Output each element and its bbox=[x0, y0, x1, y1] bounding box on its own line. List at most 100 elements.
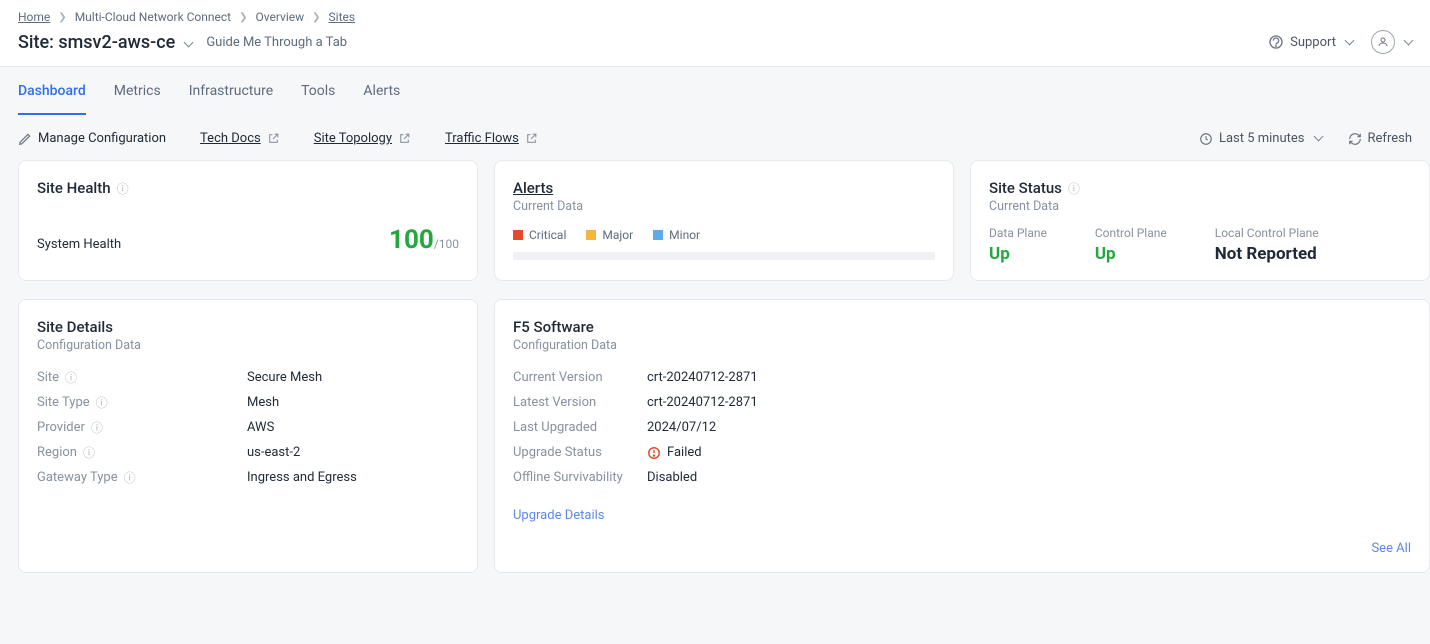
sw-value-last-upgraded: 2024/07/12 bbox=[647, 420, 716, 435]
sw-label-upgrade-status: Upgrade Status bbox=[513, 445, 647, 460]
local-control-plane-status: Local Control Plane Not Reported bbox=[1215, 226, 1319, 264]
breadcrumb-home[interactable]: Home bbox=[18, 10, 50, 24]
detail-row-provider: Providerⓘ AWS bbox=[37, 415, 459, 440]
info-icon[interactable]: ⓘ bbox=[1068, 180, 1080, 197]
detail-label-site: Siteⓘ bbox=[37, 369, 247, 386]
site-details-subtitle: Configuration Data bbox=[37, 338, 459, 353]
time-range-selector[interactable]: Last 5 minutes bbox=[1199, 131, 1322, 146]
site-details-title-text: Site Details bbox=[37, 318, 113, 336]
site-status-title-text: Site Status bbox=[989, 179, 1062, 197]
cards-row-1: Site Health ⓘ System Health 100/100 Aler… bbox=[0, 160, 1430, 299]
legend-critical: Critical bbox=[513, 228, 566, 242]
tab-alerts[interactable]: Alerts bbox=[363, 67, 400, 115]
guide-me-link[interactable]: Guide Me Through a Tab bbox=[206, 35, 347, 50]
sw-row-latest-version: Latest Version crt-20240712-2871 bbox=[513, 390, 1411, 415]
tab-metrics[interactable]: Metrics bbox=[114, 67, 161, 115]
sw-upgrade-status-text: Failed bbox=[667, 445, 702, 460]
info-icon[interactable]: ⓘ bbox=[124, 469, 136, 486]
sw-label-latest-version: Latest Version bbox=[513, 395, 647, 410]
system-health-label: System Health bbox=[37, 237, 121, 252]
sw-value-offline-survivability: Disabled bbox=[647, 470, 697, 485]
clock-icon bbox=[1199, 132, 1213, 146]
data-plane-value: Up bbox=[989, 244, 1047, 264]
tab-infrastructure[interactable]: Infrastructure bbox=[189, 67, 273, 115]
site-status-card: Site Status ⓘ Current Data Data Plane Up… bbox=[970, 160, 1430, 281]
site-topology-label: Site Topology bbox=[314, 131, 392, 146]
page-title[interactable]: Site: smsv2-aws-ce bbox=[18, 32, 192, 53]
site-status-subtitle: Current Data bbox=[989, 199, 1411, 214]
legend-major-label: Major bbox=[602, 228, 633, 242]
info-icon[interactable]: ⓘ bbox=[96, 394, 108, 411]
chevron-right-icon: ❯ bbox=[58, 12, 66, 23]
info-icon[interactable]: ⓘ bbox=[117, 180, 129, 197]
sw-label-last-upgraded: Last Upgraded bbox=[513, 420, 647, 435]
breadcrumb-sites[interactable]: Sites bbox=[329, 10, 356, 24]
critical-color-icon bbox=[513, 230, 523, 240]
chevron-down-icon bbox=[1401, 35, 1412, 50]
detail-row-region: Regionⓘ us-east-2 bbox=[37, 440, 459, 465]
data-plane-status: Data Plane Up bbox=[989, 226, 1047, 264]
breadcrumb-overview[interactable]: Overview bbox=[256, 10, 305, 24]
tabs: Dashboard Metrics Infrastructure Tools A… bbox=[0, 67, 1430, 115]
detail-value-site: Secure Mesh bbox=[247, 370, 322, 385]
system-health-row: System Health 100/100 bbox=[37, 225, 459, 255]
support-label: Support bbox=[1290, 35, 1336, 50]
chevron-down-icon bbox=[1311, 131, 1322, 146]
chevron-right-icon: ❯ bbox=[239, 12, 247, 23]
fail-icon bbox=[647, 445, 661, 460]
sw-row-upgrade-status: Upgrade Status Failed bbox=[513, 440, 1411, 465]
sw-label-current-version: Current Version bbox=[513, 370, 647, 385]
detail-value-site-type: Mesh bbox=[247, 395, 279, 410]
refresh-button[interactable]: Refresh bbox=[1348, 131, 1412, 146]
alerts-legend: Critical Major Minor bbox=[513, 228, 935, 242]
breadcrumb-mcn[interactable]: Multi-Cloud Network Connect bbox=[75, 10, 231, 24]
site-details-title: Site Details bbox=[37, 318, 459, 336]
legend-critical-label: Critical bbox=[529, 228, 566, 242]
manage-configuration-button[interactable]: Manage Configuration bbox=[18, 131, 166, 146]
tab-tools[interactable]: Tools bbox=[301, 67, 335, 115]
tech-docs-label: Tech Docs bbox=[200, 131, 261, 146]
upgrade-details-link[interactable]: Upgrade Details bbox=[513, 508, 604, 523]
info-icon[interactable]: ⓘ bbox=[83, 444, 95, 461]
local-control-plane-label: Local Control Plane bbox=[1215, 226, 1319, 240]
site-status-grid: Data Plane Up Control Plane Up Local Con… bbox=[989, 226, 1411, 264]
site-details-rows: Siteⓘ Secure Mesh Site Typeⓘ Mesh Provid… bbox=[37, 365, 459, 490]
site-health-title: Site Health ⓘ bbox=[37, 179, 459, 197]
f5-software-title-text: F5 Software bbox=[513, 318, 594, 336]
support-icon bbox=[1268, 34, 1284, 50]
site-health-title-text: Site Health bbox=[37, 179, 111, 197]
user-menu[interactable] bbox=[1371, 30, 1412, 54]
sw-row-last-upgraded: Last Upgraded 2024/07/12 bbox=[513, 415, 1411, 440]
support-button[interactable]: Support bbox=[1268, 34, 1353, 50]
avatar-icon bbox=[1371, 30, 1395, 54]
sw-row-current-version: Current Version crt-20240712-2871 bbox=[513, 365, 1411, 390]
chevron-down-icon bbox=[1342, 35, 1353, 50]
chevron-down-icon[interactable] bbox=[181, 32, 192, 53]
traffic-flows-label: Traffic Flows bbox=[445, 131, 519, 146]
f5-software-card: F5 Software Configuration Data Current V… bbox=[494, 299, 1430, 573]
site-status-title: Site Status ⓘ bbox=[989, 179, 1411, 197]
control-plane-status: Control Plane Up bbox=[1095, 226, 1167, 264]
title-row: Site: smsv2-aws-ce Guide Me Through a Ta… bbox=[0, 24, 1430, 66]
header-right: Support bbox=[1268, 30, 1412, 54]
detail-label-gateway-type: Gateway Typeⓘ bbox=[37, 469, 247, 486]
f5-software-title: F5 Software bbox=[513, 318, 1411, 336]
site-details-card: Site Details Configuration Data Siteⓘ Se… bbox=[18, 299, 478, 573]
detail-row-site-type: Site Typeⓘ Mesh bbox=[37, 390, 459, 415]
see-all-link[interactable]: See All bbox=[513, 541, 1411, 556]
toolbar-right: Last 5 minutes Refresh bbox=[1199, 131, 1412, 146]
info-icon[interactable]: ⓘ bbox=[65, 369, 77, 386]
site-topology-link[interactable]: Site Topology bbox=[314, 131, 411, 146]
f5-software-subtitle: Configuration Data bbox=[513, 338, 1411, 353]
info-icon[interactable]: ⓘ bbox=[91, 419, 103, 436]
dashboard-toolbar: Manage Configuration Tech Docs Site Topo… bbox=[0, 115, 1430, 160]
tech-docs-link[interactable]: Tech Docs bbox=[200, 131, 280, 146]
cards-row-2: Site Details Configuration Data Siteⓘ Se… bbox=[0, 299, 1430, 591]
sw-row-offline-survivability: Offline Survivability Disabled bbox=[513, 465, 1411, 490]
tab-dashboard[interactable]: Dashboard bbox=[18, 67, 86, 115]
external-link-icon bbox=[267, 132, 280, 145]
detail-label-region: Regionⓘ bbox=[37, 444, 247, 461]
detail-row-site: Siteⓘ Secure Mesh bbox=[37, 365, 459, 390]
traffic-flows-link[interactable]: Traffic Flows bbox=[445, 131, 538, 146]
alerts-title-link[interactable]: Alerts bbox=[513, 179, 553, 197]
